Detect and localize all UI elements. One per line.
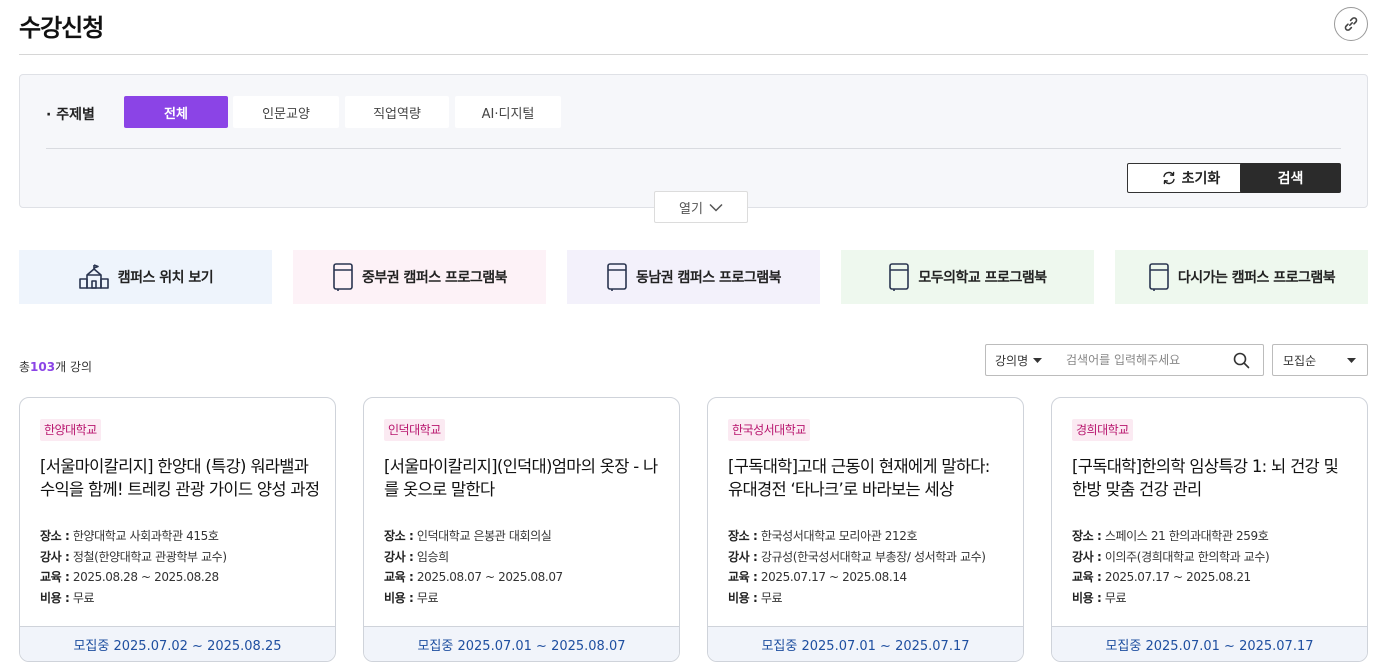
quick-link-return-campus-programbook[interactable]: 다시가는 캠퍼스 프로그램북 xyxy=(1115,250,1368,304)
link-icon xyxy=(1344,17,1358,31)
page-header: 수강신청 xyxy=(19,0,1368,55)
total-suffix: 개 강의 xyxy=(55,360,93,374)
school-badge: 인덕대학교 xyxy=(384,419,445,441)
course-place: 장소 : 인덕대학교 은봉관 대회의실 xyxy=(384,529,552,543)
total-number: 103 xyxy=(30,360,56,374)
course-edu-period: 교육 : 2025.08.07 ~ 2025.08.07 xyxy=(384,570,563,584)
course-card[interactable]: 경희대학교 [구독대학]한의학 임상특강 1: 뇌 건강 및 한방 맞춤 건강 … xyxy=(1051,397,1368,662)
course-place: 장소 : 한국성서대학교 모리아관 212호 xyxy=(728,529,918,543)
course-title[interactable]: [구독대학]고대 근동이 현재에게 말하다: 유대경전 ‘타나크’로 바라보는 … xyxy=(728,455,1008,501)
page-title: 수강신청 xyxy=(19,14,104,42)
book-icon xyxy=(889,263,910,291)
recruit-period: 모집중 2025.07.01 ~ 2025.07.17 xyxy=(1052,626,1367,661)
course-cost: 비용 : 무료 xyxy=(40,590,95,605)
recruit-period: 모집중 2025.07.01 ~ 2025.08.07 xyxy=(364,626,679,661)
quick-link-label: 캠퍼스 위치 보기 xyxy=(117,270,214,286)
filter-label-topic: · 주제별 xyxy=(46,107,95,123)
expand-button-label: 열기 xyxy=(679,201,703,217)
course-teacher: 강사 : 이의주(경희대학교 한의학과 교수) xyxy=(1072,549,1270,564)
course-card[interactable]: 한국성서대학교 [구독대학]고대 근동이 현재에게 말하다: 유대경전 ‘타나크… xyxy=(707,397,1024,662)
course-edu-period: 교육 : 2025.08.28 ~ 2025.08.28 xyxy=(40,570,219,584)
chevron-down-icon xyxy=(709,203,723,212)
reset-button[interactable]: 초기화 xyxy=(1127,163,1255,193)
course-cost: 비용 : 무료 xyxy=(384,590,439,605)
course-info: 장소 : 한국성서대학교 모리아관 212호 강사 : 강규성(한국성서대학교 … xyxy=(728,526,986,608)
total-prefix: 총 xyxy=(19,360,31,374)
sort-label: 모집순 xyxy=(1283,353,1317,368)
search-icon xyxy=(1233,352,1249,368)
quick-link-label: 중부권 캠퍼스 프로그램북 xyxy=(362,270,507,286)
course-title[interactable]: [서울마이칼리지](인덕대)엄마의 옷장 - 나를 옷으로 말한다 xyxy=(384,455,664,501)
quick-link-label: 모두의학교 프로그램북 xyxy=(918,270,1047,286)
search-input[interactable] xyxy=(1056,353,1226,367)
quick-link-southeast-programbook[interactable]: 동남권 캠퍼스 프로그램북 xyxy=(567,250,820,304)
school-badge: 한국성서대학교 xyxy=(728,419,810,441)
quick-link-campus-location[interactable]: 캠퍼스 위치 보기 xyxy=(19,250,272,304)
course-search-box: 강의명 xyxy=(985,344,1264,376)
search-button[interactable]: 검색 xyxy=(1240,163,1341,193)
book-icon xyxy=(333,263,353,291)
course-place: 장소 : 스페이스 21 한의과대학관 259호 xyxy=(1072,529,1269,543)
search-type-select[interactable]: 강의명 xyxy=(986,352,1056,369)
refresh-icon xyxy=(1162,171,1175,185)
course-edu-period: 교육 : 2025.07.17 ~ 2025.08.14 xyxy=(728,570,907,584)
filter-divider xyxy=(46,148,1341,149)
caret-down-icon xyxy=(1347,357,1356,363)
reset-button-label: 초기화 xyxy=(1181,171,1221,187)
school-badge: 경희대학교 xyxy=(1072,419,1133,441)
course-title[interactable]: [구독대학]한의학 임상특강 1: 뇌 건강 및 한방 맞춤 건강 관리 xyxy=(1072,455,1352,501)
chip-ai-digital[interactable]: AI·디지털 xyxy=(455,96,561,128)
caret-down-icon xyxy=(1033,357,1043,363)
book-icon xyxy=(1149,263,1169,291)
course-info: 장소 : 스페이스 21 한의과대학관 259호 강사 : 이의주(경희대학교 … xyxy=(1072,526,1270,608)
course-cost: 비용 : 무료 xyxy=(728,590,783,605)
course-teacher: 강사 : 강규성(한국성서대학교 부총장/ 성서학과 교수) xyxy=(728,549,986,564)
search-submit-button[interactable] xyxy=(1226,345,1256,375)
course-info: 장소 : 한양대학교 사회과학관 415호 강사 : 정철(한양대학교 관광학부… xyxy=(40,526,227,608)
quick-link-everyone-school-programbook[interactable]: 모두의학교 프로그램북 xyxy=(841,250,1094,304)
sort-select[interactable]: 모집순 xyxy=(1272,344,1368,376)
total-count: 총103개 강의 xyxy=(19,358,92,375)
quick-link-label: 동남권 캠퍼스 프로그램북 xyxy=(636,270,781,286)
quick-link-central-programbook[interactable]: 중부권 캠퍼스 프로그램북 xyxy=(293,250,546,304)
course-title[interactable]: [서울마이칼리지] 한양대 (특강) 워라밸과 수익을 함께! 트레킹 관광 가… xyxy=(40,455,320,501)
course-card[interactable]: 인덕대학교 [서울마이칼리지](인덕대)엄마의 옷장 - 나를 옷으로 말한다 … xyxy=(363,397,680,662)
course-teacher: 강사 : 임승희 xyxy=(384,549,449,564)
search-type-label: 강의명 xyxy=(995,353,1029,368)
course-card[interactable]: 한양대학교 [서울마이칼리지] 한양대 (특강) 워라밸과 수익을 함께! 트레… xyxy=(19,397,336,662)
course-teacher: 강사 : 정철(한양대학교 관광학부 교수) xyxy=(40,549,227,564)
recruit-period: 모집중 2025.07.02 ~ 2025.08.25 xyxy=(20,626,335,661)
course-place: 장소 : 한양대학교 사회과학관 415호 xyxy=(40,529,219,543)
chip-all[interactable]: 전체 xyxy=(124,96,228,128)
share-link-button[interactable] xyxy=(1334,7,1368,41)
course-info: 장소 : 인덕대학교 은봉관 대회의실 강사 : 임승희 교육 : 2025.0… xyxy=(384,526,563,608)
recruit-period: 모집중 2025.07.01 ~ 2025.07.17 xyxy=(708,626,1023,661)
book-icon xyxy=(607,263,627,291)
chip-humanities[interactable]: 인문교양 xyxy=(233,96,339,128)
filter-panel: · 주제별 전체 인문교양 직업역량 AI·디지털 초기화 검색 xyxy=(19,74,1368,208)
campus-building-icon xyxy=(78,264,109,289)
course-cost: 비용 : 무료 xyxy=(1072,590,1127,605)
school-badge: 한양대학교 xyxy=(40,419,101,441)
expand-filter-button[interactable]: 열기 xyxy=(654,191,748,223)
course-edu-period: 교육 : 2025.07.17 ~ 2025.08.21 xyxy=(1072,570,1251,584)
quick-link-label: 다시가는 캠퍼스 프로그램북 xyxy=(1177,270,1336,286)
chip-job-skills[interactable]: 직업역량 xyxy=(345,96,449,128)
